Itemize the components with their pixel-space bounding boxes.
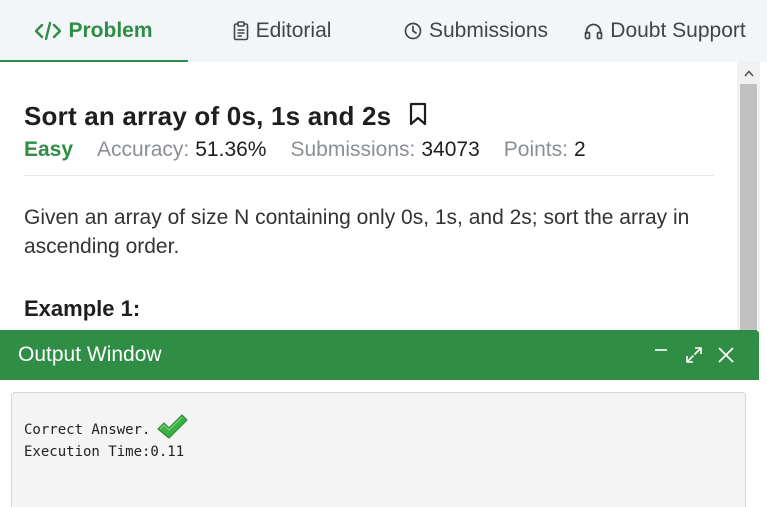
scroll-up-arrow-icon[interactable] xyxy=(737,62,760,84)
problem-tabs: Problem Editorial Submissions Doubt Supp… xyxy=(0,0,767,62)
problem-meta: Easy Accuracy: 51.36% Submissions: 34073… xyxy=(24,138,610,162)
active-tab-indicator xyxy=(0,60,188,62)
problem-description: Given an array of size N containing only… xyxy=(24,206,690,258)
expand-button[interactable] xyxy=(682,342,706,368)
points-label: Points: xyxy=(503,138,568,161)
clock-icon xyxy=(404,22,422,40)
clipboard-icon xyxy=(233,21,249,41)
code-icon xyxy=(35,21,62,41)
submissions-label: Submissions: xyxy=(290,138,416,161)
problem-scrollbar[interactable] xyxy=(737,62,760,344)
problem-header: Sort an array of 0s, 1s and 2s xyxy=(24,101,427,132)
tab-problem[interactable]: Problem xyxy=(0,0,188,62)
output-window-title: Output Window xyxy=(18,343,162,366)
output-window-header: Output Window xyxy=(0,330,759,380)
result-line: Correct Answer. xyxy=(24,414,189,446)
tab-problem-label: Problem xyxy=(68,19,153,42)
output-console: Correct Answer. Execution Time:0.11 xyxy=(11,392,746,507)
problem-title: Sort an array of 0s, 1s and 2s xyxy=(24,101,392,131)
tab-doubt-support-label: Doubt Support xyxy=(610,19,746,42)
tab-submissions[interactable]: Submissions xyxy=(392,0,560,62)
close-icon[interactable] xyxy=(713,342,739,368)
difficulty-badge: Easy xyxy=(24,138,74,161)
tab-editorial-label: Editorial xyxy=(255,19,332,42)
checkmark-icon xyxy=(156,414,189,446)
accuracy-value: 51.36% xyxy=(195,138,267,161)
divider xyxy=(24,175,714,176)
tab-submissions-label: Submissions xyxy=(428,19,549,42)
result-text: Correct Answer. xyxy=(24,422,151,438)
example-heading: Example 1: xyxy=(24,296,141,321)
minimize-button[interactable] xyxy=(650,338,672,364)
tab-editorial[interactable]: Editorial xyxy=(188,0,376,62)
headset-icon xyxy=(584,22,603,41)
bookmark-icon[interactable] xyxy=(409,102,427,131)
scroll-thumb[interactable] xyxy=(740,84,757,344)
submissions-value: 34073 xyxy=(421,138,480,161)
execution-time: Execution Time:0.11 xyxy=(24,444,185,460)
accuracy-label: Accuracy: xyxy=(97,138,190,161)
tab-doubt-support[interactable]: Doubt Support xyxy=(570,0,760,62)
points-value: 2 xyxy=(573,138,586,161)
